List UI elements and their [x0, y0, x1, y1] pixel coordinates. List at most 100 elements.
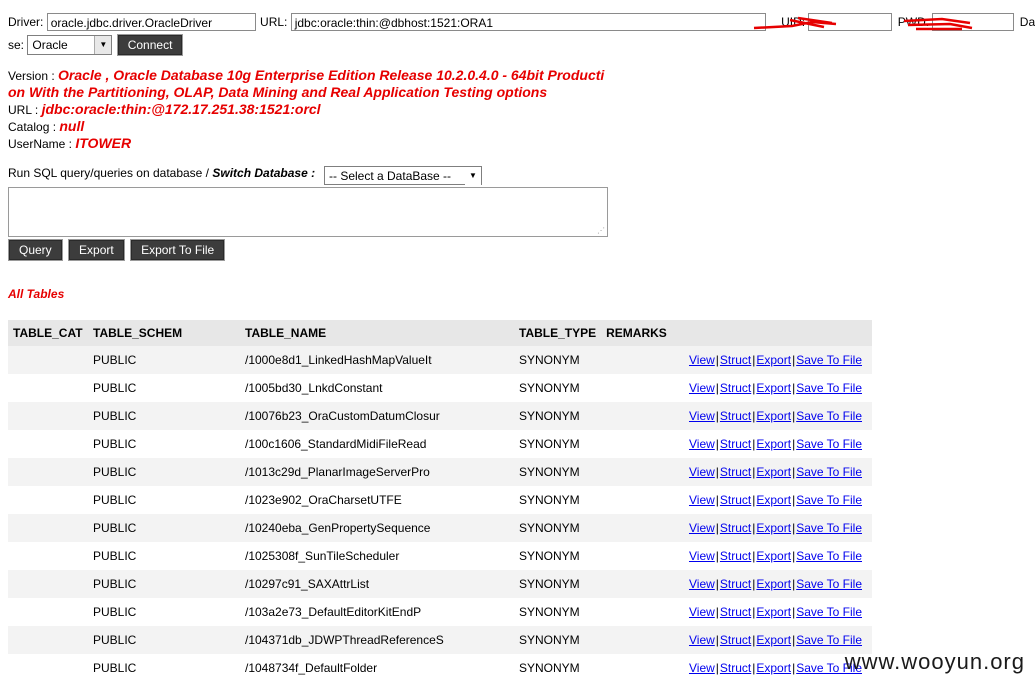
row-actions: View|Struct|Export|Save To File — [672, 402, 872, 430]
export-button[interactable]: Export — [68, 239, 125, 261]
struct-link[interactable]: Struct — [720, 633, 751, 647]
view-link[interactable]: View — [689, 381, 715, 395]
table-cell-remarks — [601, 458, 672, 486]
view-link[interactable]: View — [689, 577, 715, 591]
save-to-file-link[interactable]: Save To File — [796, 493, 862, 507]
resize-grip-icon[interactable]: ⋰ — [597, 226, 605, 235]
save-to-file-link[interactable]: Save To File — [796, 633, 862, 647]
table-cell-name: /1005bd30_LnkdConstant — [245, 381, 383, 395]
table-cell-cat — [8, 374, 88, 402]
driver-input[interactable]: oracle.jdbc.driver.OracleDriver — [46, 13, 256, 31]
table-cell-name: /10240eba_GenPropertySequence — [245, 521, 431, 535]
struct-link[interactable]: Struct — [720, 577, 751, 591]
run-sql-label-row: Run SQL query/queries on database / Swit… — [8, 166, 315, 180]
view-link[interactable]: View — [689, 521, 715, 535]
url-input[interactable]: jdbc:oracle:thin:@dbhost:1521:ORA1 — [290, 13, 766, 31]
export-link[interactable]: Export — [756, 437, 791, 451]
table-cell-remarks — [601, 486, 672, 514]
table-cell-remarks — [601, 626, 672, 654]
save-to-file-link[interactable]: Save To File — [796, 465, 862, 479]
row-actions: View|Struct|Export|Save To File — [672, 374, 872, 402]
sql-textarea[interactable] — [8, 187, 608, 237]
view-link[interactable]: View — [689, 549, 715, 563]
table-cell-cat — [8, 514, 88, 542]
database-select[interactable]: Oracle ▼ — [27, 35, 113, 55]
table-cell-remarks — [601, 430, 672, 458]
row-actions: View|Struct|Export|Save To File — [672, 458, 872, 486]
table-row: PUBLIC/103a2e73_DefaultEditorKitEndP SYNO… — [8, 598, 872, 626]
table-cell-type: SYNONYM — [519, 381, 580, 395]
driver-label: Driver: — [8, 15, 44, 29]
switch-database-select[interactable]: -- Select a DataBase -- ▼ — [324, 166, 482, 185]
struct-link[interactable]: Struct — [720, 549, 751, 563]
export-link[interactable]: Export — [756, 521, 791, 535]
table-cell-schem: PUBLIC — [93, 381, 137, 395]
table-cell-schem: PUBLIC — [93, 661, 137, 675]
save-to-file-link[interactable]: Save To File — [796, 409, 862, 423]
struct-link[interactable]: Struct — [720, 521, 751, 535]
connect-button[interactable]: Connect — [116, 34, 184, 56]
view-link[interactable]: View — [689, 605, 715, 619]
view-link[interactable]: View — [689, 437, 715, 451]
export-to-file-button[interactable]: Export To File — [130, 239, 226, 261]
table-cell-name: /104371db_JDWPThreadReferenceS — [245, 633, 444, 647]
table-cell-schem: PUBLIC — [93, 353, 137, 367]
query-button[interactable]: Query — [8, 239, 63, 261]
table-row: PUBLIC/10240eba_GenPropertySequence SYNON… — [8, 514, 872, 542]
struct-link[interactable]: Struct — [720, 437, 751, 451]
struct-link[interactable]: Struct — [720, 465, 751, 479]
table-row: PUBLIC/10076b23_OraCustomDatumClosur SYNO… — [8, 402, 872, 430]
save-to-file-link[interactable]: Save To File — [796, 353, 862, 367]
view-link[interactable]: View — [689, 409, 715, 423]
run-sql-label: Run SQL query/queries on database / — [8, 166, 210, 180]
export-link[interactable]: Export — [756, 465, 791, 479]
table-cell-remarks — [601, 346, 672, 374]
struct-link[interactable]: Struct — [720, 353, 751, 367]
save-to-file-link[interactable]: Save To File — [796, 521, 862, 535]
export-link[interactable]: Export — [756, 549, 791, 563]
view-link[interactable]: View — [689, 353, 715, 367]
export-link[interactable]: Export — [756, 633, 791, 647]
export-link[interactable]: Export — [756, 577, 791, 591]
export-link[interactable]: Export — [756, 381, 791, 395]
table-cell-name: /10297c91_SAXAttrList — [245, 577, 370, 591]
table-row: PUBLIC/1005bd30_LnkdConstant SYNONYM View|… — [8, 374, 872, 402]
table-cell-schem: PUBLIC — [93, 577, 137, 591]
table-row: PUBLIC/100c1606_StandardMidiFileRead SYNO… — [8, 430, 872, 458]
save-to-file-link[interactable]: Save To File — [796, 577, 862, 591]
row-actions: View|Struct|Export|Save To File — [672, 570, 872, 598]
struct-link[interactable]: Struct — [720, 381, 751, 395]
save-to-file-link[interactable]: Save To File — [796, 437, 862, 451]
table-cell-cat — [8, 654, 88, 682]
export-link[interactable]: Export — [756, 493, 791, 507]
column-header: TABLE_SCHEM — [88, 320, 240, 346]
table-cell-remarks — [601, 598, 672, 626]
view-link[interactable]: View — [689, 493, 715, 507]
table-cell-cat — [8, 458, 88, 486]
export-link[interactable]: Export — [756, 353, 791, 367]
view-link[interactable]: View — [689, 465, 715, 479]
save-to-file-link[interactable]: Save To File — [796, 549, 862, 563]
view-link[interactable]: View — [689, 633, 715, 647]
table-cell-remarks — [601, 570, 672, 598]
table-cell-schem: PUBLIC — [93, 633, 137, 647]
table-row: PUBLIC/1025308f_SunTileScheduler SYNONYM V… — [8, 542, 872, 570]
switch-database-label: Switch Database : — [212, 166, 316, 180]
save-to-file-link[interactable]: Save To File — [796, 381, 862, 395]
table-cell-cat — [8, 346, 88, 374]
column-header: REMARKS — [601, 320, 672, 346]
struct-link[interactable]: Struct — [720, 493, 751, 507]
info-url-label: URL : — [8, 103, 39, 117]
view-link[interactable]: View — [689, 661, 715, 675]
version-value-cont: on With the Partitioning, OLAP, Data Min… — [8, 84, 548, 100]
username-value: ITOWER — [75, 135, 132, 151]
export-link[interactable]: Export — [756, 605, 791, 619]
struct-link[interactable]: Struct — [720, 661, 751, 675]
export-link[interactable]: Export — [756, 661, 791, 675]
struct-link[interactable]: Struct — [720, 605, 751, 619]
struct-link[interactable]: Struct — [720, 409, 751, 423]
export-link[interactable]: Export — [756, 409, 791, 423]
table-cell-type: SYNONYM — [519, 437, 580, 451]
save-to-file-link[interactable]: Save To File — [796, 605, 862, 619]
table-cell-type: SYNONYM — [519, 521, 580, 535]
